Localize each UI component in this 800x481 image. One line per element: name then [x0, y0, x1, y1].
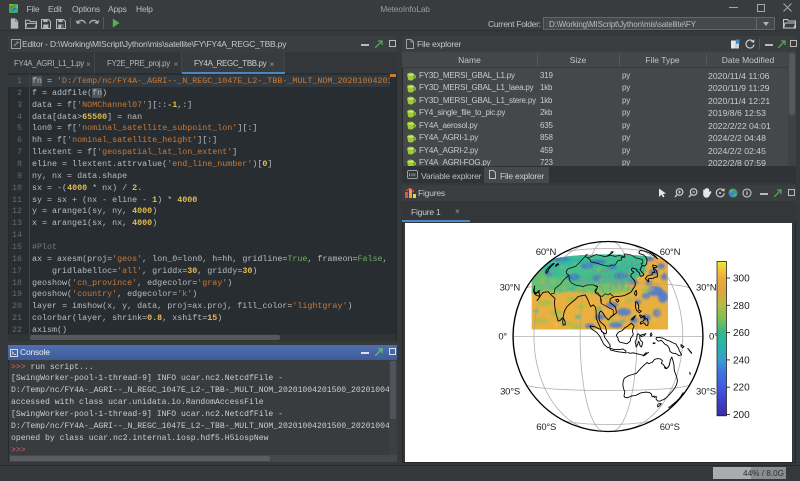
svg-text:60°S: 60°S [660, 422, 680, 433]
svg-text:30°N: 30°N [696, 282, 717, 293]
svg-text:0°: 0° [498, 332, 507, 343]
svg-text:60°N: 60°N [536, 247, 557, 258]
svg-text:60°S: 60°S [536, 422, 556, 433]
svg-text:220: 220 [733, 383, 750, 394]
svg-text:60°N: 60°N [660, 247, 681, 258]
svg-text:280: 280 [733, 301, 750, 312]
svg-text:260: 260 [733, 328, 750, 339]
svg-text:240: 240 [733, 355, 750, 366]
svg-text:30°S: 30°S [696, 387, 716, 398]
svg-text:30°N: 30°N [500, 282, 521, 293]
svg-text:30°S: 30°S [500, 387, 520, 398]
svg-text:200: 200 [733, 410, 750, 421]
svg-text:300: 300 [733, 274, 750, 285]
